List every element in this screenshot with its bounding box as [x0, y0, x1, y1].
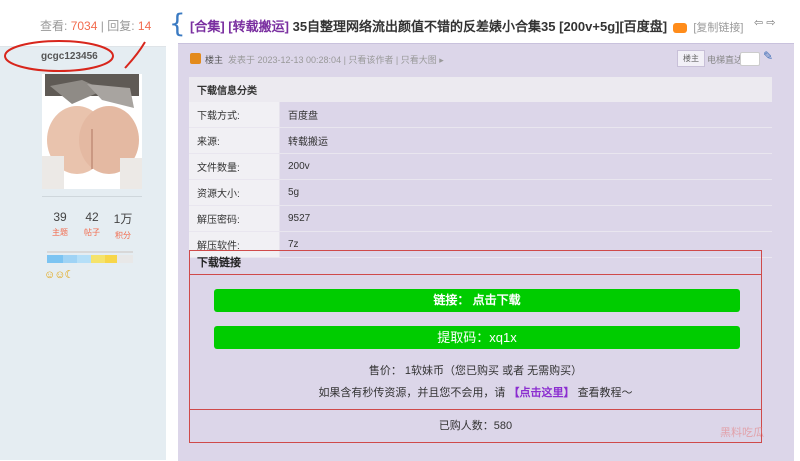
points-label: 积分	[115, 231, 131, 240]
download-info-table: 下载信息分类 下载方式: 百度盘 来源: 转载搬运 文件数量: 200v 资源大…	[189, 77, 772, 258]
row-value: 5g	[279, 179, 772, 206]
row-key: 资源大小:	[189, 179, 280, 206]
thread-title: [合集] [转载搬运] 35自整理网络流出颜值不错的反差婊小合集35 [200v…	[190, 16, 744, 35]
row-key: 文件数量:	[189, 153, 280, 180]
row-key: 来源:	[189, 127, 280, 154]
owner-icon	[190, 53, 201, 64]
medal-icons[interactable]: ☺☺☾	[44, 268, 74, 281]
user-topics[interactable]: 39 主题	[42, 210, 78, 238]
floor-input[interactable]	[740, 52, 760, 66]
points-count: 1万	[113, 212, 133, 226]
download-link-title: 下载链接	[190, 251, 761, 275]
row-key: 下载方式:	[189, 102, 280, 128]
user-points[interactable]: 1万 积分	[105, 210, 141, 241]
jump-to-floor-label: 电梯直达	[707, 55, 744, 65]
table-row: 资源大小: 5g	[189, 179, 772, 206]
post-author-bar: 楼主 发表于 2023-12-13 00:28:04 | 只看该作者 | 只看大…	[178, 44, 794, 72]
table-row: 来源: 转载搬运	[189, 127, 772, 154]
avatar-divider	[42, 196, 142, 197]
instruction-pre: 如果含有秒传资源，并且您不会用，请	[318, 387, 506, 399]
topics-label: 主题	[52, 228, 68, 237]
instruction-post: 查看教程～	[577, 387, 633, 399]
owner-label: 楼主	[205, 55, 224, 65]
post-content: 楼主 发表于 2023-12-13 00:28:04 | 只看该作者 | 只看大…	[178, 43, 794, 461]
download-button-action: 点击下载	[472, 293, 521, 307]
download-info-header: 下载信息分类	[189, 77, 772, 102]
row-value: 百度盘	[279, 102, 772, 128]
row-key: 解压密码:	[189, 205, 280, 232]
table-row: 文件数量: 200v	[189, 153, 772, 180]
tutorial-link[interactable]: 【点击这里】	[509, 387, 575, 399]
buyers-count: 已购人数：580	[190, 409, 761, 443]
user-avatar[interactable]	[42, 74, 142, 189]
pen-icon[interactable]: ✎	[763, 49, 773, 63]
table-row: 下载方式: 百度盘	[189, 102, 772, 128]
tag-repost[interactable]: [转载搬运]	[228, 19, 289, 34]
row-value: 9527	[279, 205, 772, 232]
tag-collection[interactable]: [合集]	[190, 19, 225, 34]
download-link-box: 下载链接 链接： 点击下载 提取码：xq1x 售价： 1软妹币（您已购买 或者 …	[189, 250, 762, 443]
copy-link-button[interactable]: [复制链接]	[693, 22, 743, 34]
hot-icon	[672, 22, 687, 33]
brace-icon: {	[169, 9, 186, 39]
instruction-text: 如果含有秒传资源，并且您不会用，请 【点击这里】 查看教程～	[190, 384, 761, 400]
row-value: 200v	[279, 153, 772, 180]
price-text: 售价： 1软妹币（您已购买 或者 无需购买）	[368, 365, 583, 377]
table-row: 解压密码: 9527	[189, 205, 772, 232]
floor-badge: 楼主	[677, 50, 705, 67]
row-value: 转载搬运	[279, 127, 772, 154]
topics-count: 39	[53, 210, 67, 224]
download-button[interactable]: 链接： 点击下载	[214, 289, 740, 312]
download-button-label: 链接：	[433, 293, 470, 307]
thread-title-text: 35自整理网络流出颜值不错的反差婊小合集35 [200v+5g][百度盘]	[292, 19, 668, 34]
extraction-code-button[interactable]: 提取码：xq1x	[214, 326, 740, 349]
rank-bar-icon	[47, 251, 133, 263]
username[interactable]: gcgc123456	[41, 51, 98, 62]
user-sidebar: 查看: 7034 | 回复: 14 gcgc123456 39 主题 42 帖子…	[0, 0, 166, 460]
prev-next-arrows-icon[interactable]: ⇦ ⇨	[754, 16, 776, 29]
watermark: 黑料吃瓜	[720, 427, 764, 439]
post-meta[interactable]: 发表于 2023-12-13 00:28:04 | 只看该作者 | 只看大图 ▸	[228, 53, 444, 66]
